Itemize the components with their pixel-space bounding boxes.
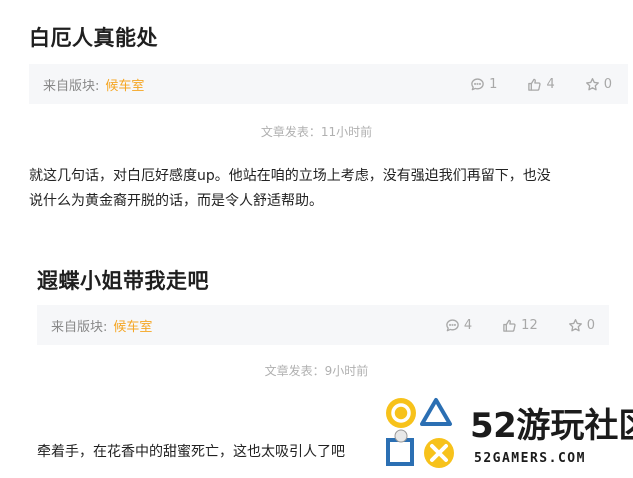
post-body: 牵着手，在花香中的甜蜜死亡，这也太吸引人了吧	[37, 440, 397, 465]
like-count[interactable]: 12	[502, 318, 538, 333]
favorite-count-value: 0	[603, 76, 612, 92]
post-title[interactable]: 白厄人真能处	[29, 22, 158, 52]
watermark-number: 52	[470, 406, 517, 446]
comment-count-value: 1	[489, 76, 498, 92]
watermark-title: 52游玩社区	[470, 398, 633, 447]
favorite-count[interactable]: 0	[568, 318, 595, 333]
favorite-count[interactable]: 0	[585, 77, 612, 92]
post-time: 文章发表：11小时前	[260, 125, 373, 139]
post-title[interactable]: 遐蝶小姐带我走吧	[37, 265, 209, 295]
like-count-value: 12	[521, 317, 538, 333]
favorite-count-value: 0	[586, 317, 595, 333]
playstation-buttons-icon	[386, 398, 454, 468]
watermark-logo: 52游玩社区 52GAMERS.COM	[384, 396, 633, 476]
comment-icon	[446, 318, 459, 331]
board-link[interactable]: 候车室	[105, 75, 144, 94]
post-body-line: 牵着手，在花香中的甜蜜死亡，这也太吸引人了吧	[37, 444, 345, 460]
board-label: 来自版块:	[51, 319, 108, 335]
comment-icon	[471, 77, 484, 90]
post-meta-bar: 来自版块: 候车室 1 4 0	[29, 64, 628, 104]
thumbs-up-icon	[503, 319, 516, 332]
board-link[interactable]: 候车室	[113, 316, 152, 335]
board-label: 来自版块:	[43, 78, 100, 94]
watermark-domain: 52GAMERS.COM	[474, 451, 586, 466]
star-icon	[585, 77, 599, 90]
watermark-name: 游玩社区	[516, 406, 633, 446]
page: 白厄人真能处 来自版块: 候车室 1 4 0 文章发表：11小时前 就这几句话，…	[0, 0, 633, 478]
post-time: 文章发表：9小时前	[264, 364, 369, 378]
like-count[interactable]: 4	[527, 76, 555, 92]
post-meta-bar: 来自版块: 候车室 4 12 0	[37, 305, 609, 345]
comment-count[interactable]: 4	[445, 318, 472, 333]
comment-count[interactable]: 1	[470, 77, 497, 92]
post-stats: 4 12 0	[415, 318, 595, 333]
like-count-value: 4	[546, 76, 555, 92]
star-icon	[568, 318, 582, 331]
post-body-line: 就这几句话，对白厄好感度up。他站在咱的立场上考虑，没有强迫我们再留下，也没	[29, 168, 551, 184]
comment-count-value: 4	[463, 317, 473, 333]
post-body-line: 说什么为黄金裔开脱的话，而是令人舒适帮助。	[29, 193, 323, 209]
post-stats: 1 4 0	[440, 77, 612, 92]
thumbs-up-icon	[528, 78, 542, 91]
post-body: 就这几句话，对白厄好感度up。他站在咱的立场上考虑，没有强迫我们再留下，也没 说…	[29, 164, 629, 214]
